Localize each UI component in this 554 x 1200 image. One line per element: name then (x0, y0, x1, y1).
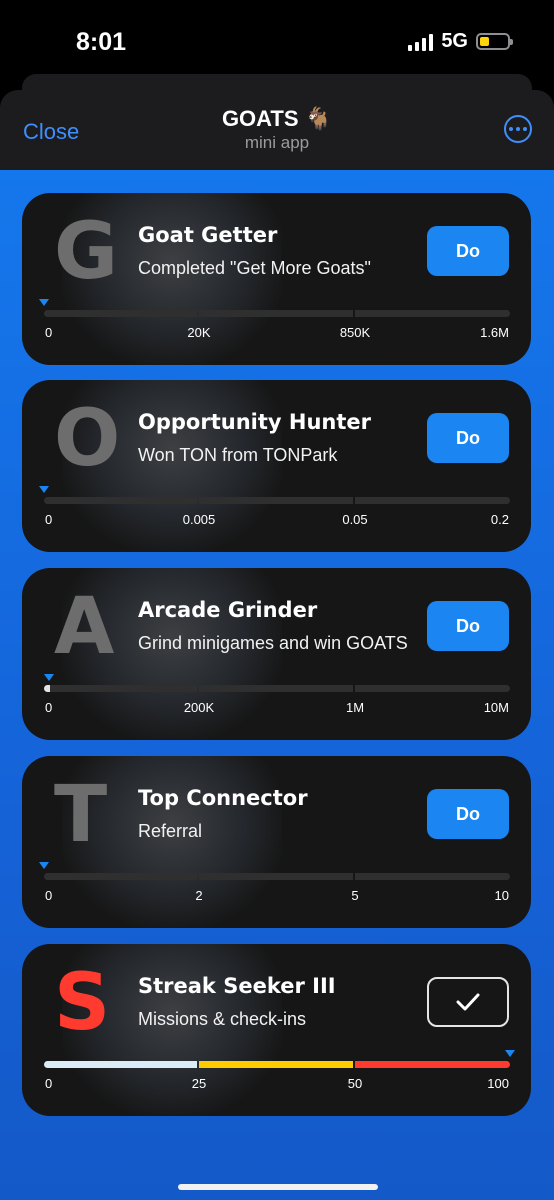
more-options-icon[interactable] (504, 115, 532, 143)
progress-segment (355, 310, 510, 317)
tick-label: 0 (45, 888, 53, 903)
tick-label: 2 (195, 888, 203, 903)
tick-label: 0.005 (182, 512, 216, 527)
status-time: 8:01 (76, 28, 127, 56)
progress-segment (44, 310, 197, 317)
progress-marker-icon (39, 486, 49, 493)
card-letter: O (54, 394, 121, 484)
tick-label: 200K (183, 700, 215, 715)
network-label: 5G (441, 30, 468, 52)
progress-marker-icon (39, 862, 49, 869)
app-header: Close GOATS 🐐 mini app (0, 90, 554, 170)
status-indicators: 5G (408, 30, 513, 53)
tick-label: 25 (191, 1076, 207, 1091)
signal-icon (408, 33, 434, 51)
card-letter: A (54, 582, 115, 672)
mission-card-top-connector: T Top Connector Referral Do 0 2 5 10 (22, 756, 531, 928)
card-subtitle: Won TON from TONPark (138, 445, 338, 465)
progress-segment (355, 873, 510, 880)
do-button[interactable]: Do (427, 413, 509, 463)
battery-icon (476, 33, 513, 50)
tick-label: 10 (494, 888, 509, 903)
progress-track (39, 862, 510, 880)
progress-segment (355, 1061, 510, 1068)
mission-card-opportunity-hunter: O Opportunity Hunter Won TON from TONPar… (22, 380, 531, 552)
tick-label: 1.6M (480, 325, 509, 340)
progress-track (39, 299, 510, 317)
tick-label: 0.2 (490, 512, 509, 527)
mission-card-goat-getter: G Goat Getter Completed "Get More Goats"… (22, 193, 531, 365)
tick-label: 0.05 (342, 512, 368, 527)
tick-label: 0 (45, 700, 53, 715)
progress-segment (44, 497, 197, 504)
progress-segment (199, 685, 353, 692)
card-subtitle: Referral (138, 821, 203, 841)
progress-segment (355, 685, 510, 692)
card-letter: G (54, 207, 119, 297)
home-indicator (178, 1184, 378, 1190)
tick-label: 50 (347, 1076, 363, 1091)
progress-marker-icon (43, 674, 54, 681)
progress-segment (355, 497, 510, 504)
tick-label: 1M (345, 700, 365, 715)
progress-marker-icon (505, 1050, 515, 1057)
tick-label: 0 (45, 1076, 53, 1091)
battery-level (480, 37, 490, 46)
card-letter: S (54, 958, 111, 1048)
app-subtitle: mini app (244, 133, 310, 152)
card-title: Goat Getter (138, 223, 278, 247)
mini-app-window: Close GOATS 🐐 mini app G Goat Getter Com… (0, 90, 554, 1200)
progress-track (44, 1050, 515, 1068)
tick-label: 10M (483, 700, 509, 715)
progress-segment (199, 310, 353, 317)
status-bar: 8:01 5G (0, 0, 554, 80)
do-button[interactable]: Do (427, 601, 509, 651)
card-subtitle: Grind minigames and win GOATS (138, 633, 408, 653)
card-title: Opportunity Hunter (138, 410, 371, 434)
tick-label: 100 (487, 1076, 509, 1091)
checkmark-icon (456, 993, 480, 1011)
progress-segment (199, 1061, 353, 1068)
app-title: GOATS 🐐 (221, 106, 333, 131)
card-subtitle: Missions & check-ins (138, 1009, 307, 1029)
progress-fill (44, 685, 50, 692)
progress-segment (199, 497, 353, 504)
progress-marker-icon (39, 299, 49, 306)
mission-card-streak-seeker: S Streak Seeker III Missions & check-ins… (22, 944, 531, 1116)
progress-track (39, 486, 510, 504)
card-title: Top Connector (138, 786, 308, 810)
tick-label: 20K (187, 325, 211, 340)
card-title: Streak Seeker III (138, 974, 336, 998)
tick-label: 850K (339, 325, 371, 340)
card-letter: T (54, 770, 108, 860)
card-subtitle: Completed "Get More Goats" (138, 258, 371, 278)
mission-card-arcade-grinder: A Arcade Grinder Grind minigames and win… (22, 568, 531, 740)
completed-button[interactable] (427, 977, 509, 1027)
tick-label: 5 (351, 888, 359, 903)
tick-label: 0 (45, 325, 53, 340)
title-group: GOATS 🐐 mini app (0, 106, 554, 153)
card-title: Arcade Grinder (138, 598, 318, 622)
progress-track (43, 674, 510, 692)
progress-segment (44, 873, 197, 880)
do-button[interactable]: Do (427, 226, 509, 276)
progress-segment (44, 685, 197, 692)
progress-segment (44, 1061, 197, 1068)
do-button[interactable]: Do (427, 789, 509, 839)
missions-list[interactable]: G Goat Getter Completed "Get More Goats"… (0, 170, 554, 1200)
progress-segment (199, 873, 353, 880)
tick-label: 0 (45, 512, 53, 527)
